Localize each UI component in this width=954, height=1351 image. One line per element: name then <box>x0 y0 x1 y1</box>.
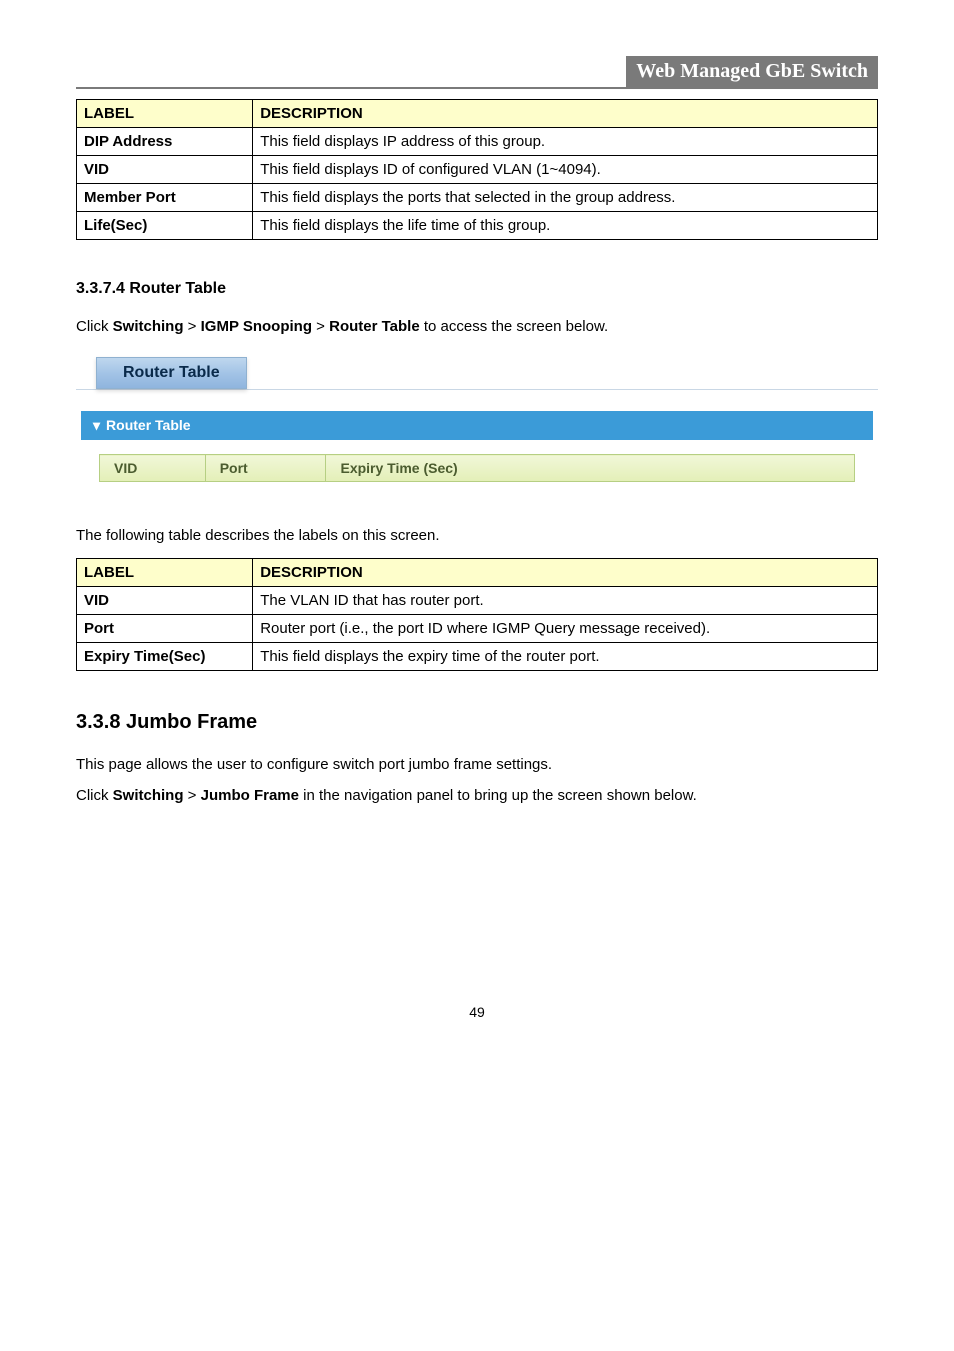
inner-table-head: VID Port Expiry Time (Sec) <box>100 455 855 482</box>
col-label: LABEL <box>77 100 253 128</box>
section-heading-router-table: 3.3.7.4 Router Table <box>76 280 878 298</box>
text: Click <box>76 787 113 804</box>
section-instruction: Click Switching > IGMP Snooping > Router… <box>76 318 878 335</box>
label-description-table-2: LABEL DESCRIPTION VID The VLAN ID that h… <box>76 558 878 671</box>
text: in the navigation panel to bring up the … <box>299 787 697 804</box>
table-row: Expiry Time(Sec) This field displays the… <box>77 643 878 671</box>
col-vid: VID <box>100 455 206 482</box>
table-row: Port Router port (i.e., the port ID wher… <box>77 615 878 643</box>
text: > <box>312 318 329 335</box>
row-desc: This field displays IP address of this g… <box>253 128 878 156</box>
row-label: Port <box>77 615 253 643</box>
router-panel-title: Router Table <box>106 417 191 433</box>
row-desc: This field displays the expiry time of t… <box>253 643 878 671</box>
label-description-table-1: LABEL DESCRIPTION DIP Address This field… <box>76 99 878 240</box>
jumbo-p2: Click Switching > Jumbo Frame in the nav… <box>76 787 878 804</box>
row-desc: Router port (i.e., the port ID where IGM… <box>253 615 878 643</box>
row-label: VID <box>77 587 253 615</box>
row-label: DIP Address <box>77 128 253 156</box>
bold-router: Router Table <box>329 318 420 335</box>
table-row: VID The VLAN ID that has router port. <box>77 587 878 615</box>
jumbo-p1: This page allows the user to configure s… <box>76 756 878 773</box>
text: > <box>184 318 201 335</box>
table-head-row: LABEL DESCRIPTION <box>77 559 878 587</box>
table-row: DIP Address This field displays IP addre… <box>77 128 878 156</box>
router-tab[interactable]: Router Table <box>96 357 247 389</box>
row-label: Expiry Time(Sec) <box>77 643 253 671</box>
row-label: Member Port <box>77 184 253 212</box>
row-label: Life(Sec) <box>77 212 253 240</box>
text: to access the screen below. <box>420 318 608 335</box>
text: > <box>184 787 201 804</box>
bold-jumbo: Jumbo Frame <box>201 787 299 804</box>
router-panel-header[interactable]: ▾ Router Table <box>81 411 873 440</box>
col-label: LABEL <box>77 559 253 587</box>
table-row: VID This field displays ID of configured… <box>77 156 878 184</box>
col-description: DESCRIPTION <box>253 100 878 128</box>
router-panel: ▾ Router Table VID Port Expiry Time (Sec) <box>80 410 874 505</box>
row-desc: This field displays the life time of thi… <box>253 212 878 240</box>
router-tab-label: Router Table <box>123 364 220 381</box>
router-inner-table: VID Port Expiry Time (Sec) <box>99 454 855 482</box>
bold-igmp: IGMP Snooping <box>201 318 312 335</box>
row-desc: This field displays the ports that selec… <box>253 184 878 212</box>
table-row: Life(Sec) This field displays the life t… <box>77 212 878 240</box>
row-label: VID <box>77 156 253 184</box>
page-number: 49 <box>76 1004 878 1020</box>
table-row: Member Port This field displays the port… <box>77 184 878 212</box>
col-description: DESCRIPTION <box>253 559 878 587</box>
chevron-down-icon: ▾ <box>93 417 100 434</box>
text: Click <box>76 318 113 335</box>
row-desc: This field displays ID of configured VLA… <box>253 156 878 184</box>
col-port: Port <box>205 455 326 482</box>
row-desc: The VLAN ID that has router port. <box>253 587 878 615</box>
bold-switching: Switching <box>113 318 184 335</box>
describe-text: The following table describes the labels… <box>76 527 878 544</box>
col-expiry: Expiry Time (Sec) <box>326 455 855 482</box>
ui-divider <box>76 389 878 390</box>
section-heading-jumbo: 3.3.8 Jumbo Frame <box>76 711 878 734</box>
bold-switching: Switching <box>113 787 184 804</box>
page-header: Web Managed GbE Switch <box>76 56 878 89</box>
header-title: Web Managed GbE Switch <box>626 56 878 87</box>
table-head-row: LABEL DESCRIPTION <box>77 100 878 128</box>
router-panel-body: VID Port Expiry Time (Sec) <box>81 440 873 504</box>
